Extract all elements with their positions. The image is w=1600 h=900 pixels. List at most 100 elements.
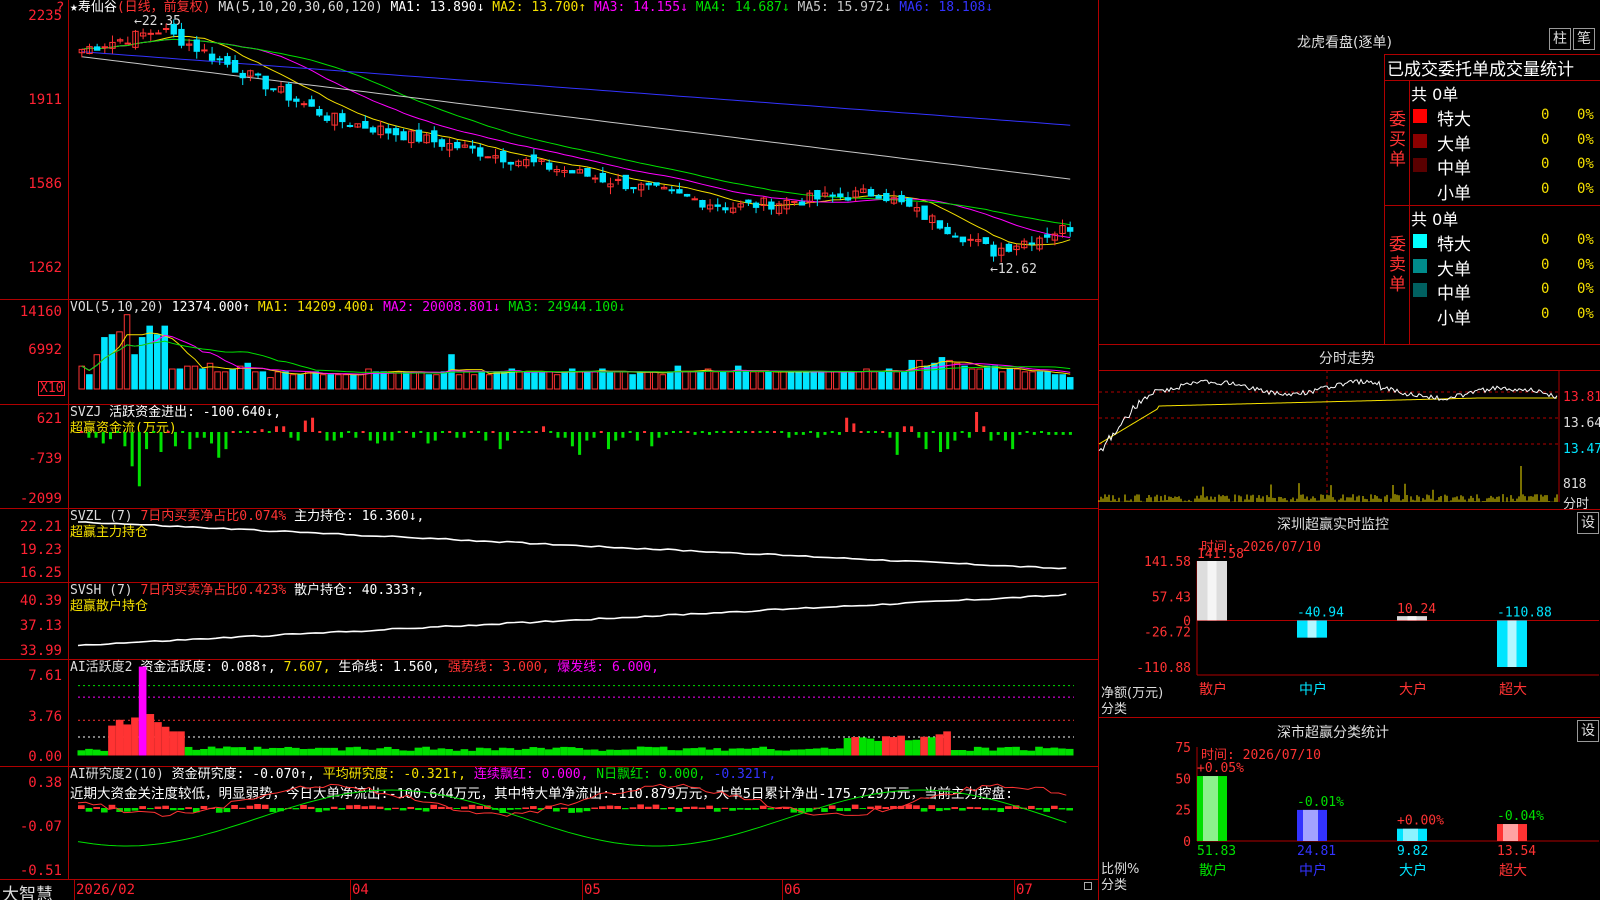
activity-bar	[85, 748, 93, 756]
stock-chart-window: 2235 1911 1586 1262 ? ★寿仙谷(日线，前复权) MA(5,…	[0, 0, 1600, 900]
research-chart	[77, 783, 1073, 847]
fund-flow-bar	[484, 432, 488, 441]
activity-bar	[698, 747, 706, 756]
candle-body	[982, 237, 990, 244]
volume-bar	[289, 374, 297, 390]
candle-body	[546, 162, 553, 170]
volume-bar	[433, 374, 440, 390]
candle-body	[147, 32, 154, 35]
intraday-price-line	[1098, 378, 1558, 452]
candle-body	[591, 177, 599, 180]
activity-bar	[613, 749, 622, 756]
research-bar	[269, 808, 277, 812]
activity-bar	[682, 748, 691, 756]
activity-bar	[950, 750, 959, 756]
research-bar	[583, 808, 591, 812]
fund-flow-bar	[635, 432, 639, 441]
svzj-panel[interactable]: 621 -739 -2099 SVZJ 活跃资金进出: -100.640↓, 超…	[0, 404, 1098, 508]
fund-flow-bar	[462, 432, 466, 438]
activity-bar	[690, 748, 699, 756]
fund-flow-tick	[830, 431, 834, 433]
candle-body	[990, 244, 997, 257]
fund-flow-bar	[332, 432, 336, 441]
volume-bar	[523, 371, 531, 390]
candle-body	[162, 28, 170, 31]
volume-bar	[961, 365, 968, 390]
candle-body	[530, 154, 538, 163]
tick-view-button[interactable]: 笔	[1573, 28, 1595, 50]
candle-body	[959, 236, 967, 243]
candle-body	[362, 121, 369, 129]
buy-percent: 0%	[1577, 180, 1594, 197]
svsh-panel[interactable]: 40.39 37.13 33.99 SVSH (7) 7日内买卖净占比0.423…	[0, 582, 1098, 659]
activity-bar	[537, 747, 545, 756]
research-bar	[713, 808, 721, 812]
activity-bar	[927, 737, 936, 756]
x-axis: 大智慧 2026/02 04 05 06 07	[0, 880, 1098, 900]
volume-panel[interactable]: 14160 6992 X10 VOL(5,10,20) 12374.000↑ M…	[0, 299, 1098, 404]
candle-body	[270, 88, 277, 91]
volume-bar	[704, 368, 712, 390]
price-panel[interactable]: 2235 1911 1586 1262 ? ★寿仙谷(日线，前复权) MA(5,…	[0, 0, 1098, 299]
volume-bar	[538, 371, 546, 390]
fund-flow-bar	[217, 432, 221, 458]
activity-bar	[866, 738, 875, 756]
candle-body	[308, 99, 315, 107]
lock-icon[interactable]	[1084, 882, 1092, 890]
class-change-label: -0.04%	[1497, 809, 1544, 824]
volume-bar	[297, 374, 304, 390]
ai-activity-panel[interactable]: 7.61 3.76 0.00 AI活跃度2 资金活跃度: 0.088↑, 7.6…	[0, 659, 1098, 766]
research-bar	[246, 805, 254, 809]
research-bar	[752, 808, 759, 810]
activity-bar	[376, 748, 384, 756]
fund-flow-bar	[505, 432, 509, 441]
monitor-bar-highlight	[1207, 561, 1217, 621]
candle-body	[653, 182, 660, 186]
fund-flow-bar	[94, 432, 98, 438]
activity-bar	[973, 746, 982, 756]
fund-flow-tick	[347, 431, 351, 433]
intraday-avg-line	[1098, 397, 1557, 445]
volume-bar	[116, 331, 123, 390]
research-bar	[169, 808, 177, 811]
class-category-label: 散户	[1199, 862, 1227, 879]
fund-flow-tick	[520, 431, 524, 433]
volume-bar	[916, 359, 923, 390]
buy-row: 中单 0 0%	[1411, 154, 1600, 179]
research-bar	[438, 806, 445, 809]
fund-flow-tick	[1025, 431, 1029, 433]
sell-name: 小单	[1437, 308, 1471, 329]
research-bar	[223, 808, 231, 813]
bar-view-button[interactable]: 柱	[1549, 28, 1571, 50]
volume-bar	[418, 371, 425, 390]
ai-research-panel[interactable]: 0.38 -0.07 -0.51 AI研究度2(10) 资金研究度: -0.07…	[0, 766, 1098, 879]
x-tick-2	[350, 880, 351, 900]
fund-flow-bar	[426, 432, 430, 444]
svzl-panel[interactable]: 22.21 19.23 16.25 SVZL (7) 7日内买卖净占比0.074…	[0, 508, 1098, 582]
candle-body	[193, 39, 200, 52]
volume-bar	[357, 374, 365, 390]
x-label-4: 06	[784, 882, 801, 898]
buy-percent: 0%	[1577, 156, 1594, 172]
fund-flow-tick	[116, 431, 120, 433]
x-tick-5	[1014, 880, 1015, 900]
candle-body	[224, 56, 231, 65]
research-bar	[200, 805, 208, 809]
volume-bar	[1044, 371, 1051, 390]
research-bar	[85, 808, 93, 812]
fund-flow-bar	[296, 432, 300, 441]
activity-bar	[100, 750, 109, 756]
class-bar-highlight	[1403, 828, 1418, 841]
candle-body	[791, 200, 798, 203]
activity-bar	[590, 749, 599, 756]
candle-body	[1005, 243, 1013, 252]
activity-bar	[904, 740, 913, 756]
candle-body	[216, 58, 223, 61]
research-bar	[78, 805, 85, 809]
volume-bar	[772, 371, 780, 390]
activity-bar	[667, 750, 676, 756]
intraday-chart[interactable]	[1098, 344, 1600, 504]
candle-body	[484, 156, 492, 159]
fund-flow-bar	[708, 432, 712, 435]
activity-bar	[337, 750, 346, 756]
